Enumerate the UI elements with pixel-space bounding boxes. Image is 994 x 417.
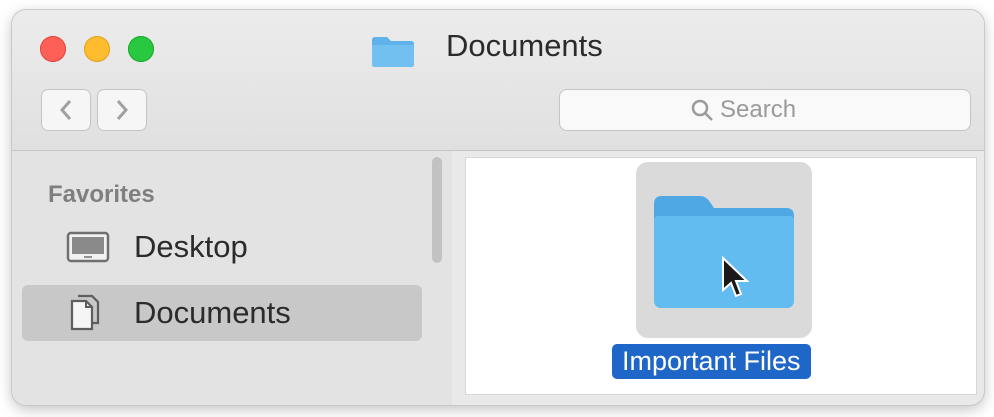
sidebar-item-label: Desktop [134, 229, 248, 264]
sidebar-item-desktop[interactable]: Desktop [22, 219, 422, 275]
forward-button[interactable] [98, 90, 146, 130]
search-field[interactable] [560, 90, 970, 130]
folder-icon [372, 37, 414, 67]
mouse-pointer-icon [722, 256, 750, 298]
sidebar-section-title: Favorites [48, 181, 155, 208]
chevron-left-icon [59, 100, 72, 120]
chevron-right-icon [116, 100, 129, 120]
folder-name-label[interactable]: Important Files [612, 344, 811, 379]
sidebar-item-label: Documents [134, 295, 291, 330]
magnifier-icon [691, 99, 713, 121]
desktop-icon [66, 227, 110, 267]
close-button[interactable] [40, 36, 66, 62]
titlebar: Documents [12, 10, 984, 151]
document-icon [66, 293, 110, 333]
finder-window: Documents Favorites [12, 10, 984, 405]
sidebar: Favorites Desktop Documents [12, 151, 452, 405]
back-button[interactable] [42, 90, 90, 130]
sidebar-scrollbar[interactable] [432, 157, 442, 263]
minimize-button[interactable] [84, 36, 110, 62]
search-input[interactable] [720, 96, 840, 124]
sidebar-item-documents[interactable]: Documents [22, 285, 422, 341]
folder-item-important-files[interactable] [636, 162, 812, 338]
window-title: Documents [446, 28, 603, 63]
zoom-button[interactable] [128, 36, 154, 62]
